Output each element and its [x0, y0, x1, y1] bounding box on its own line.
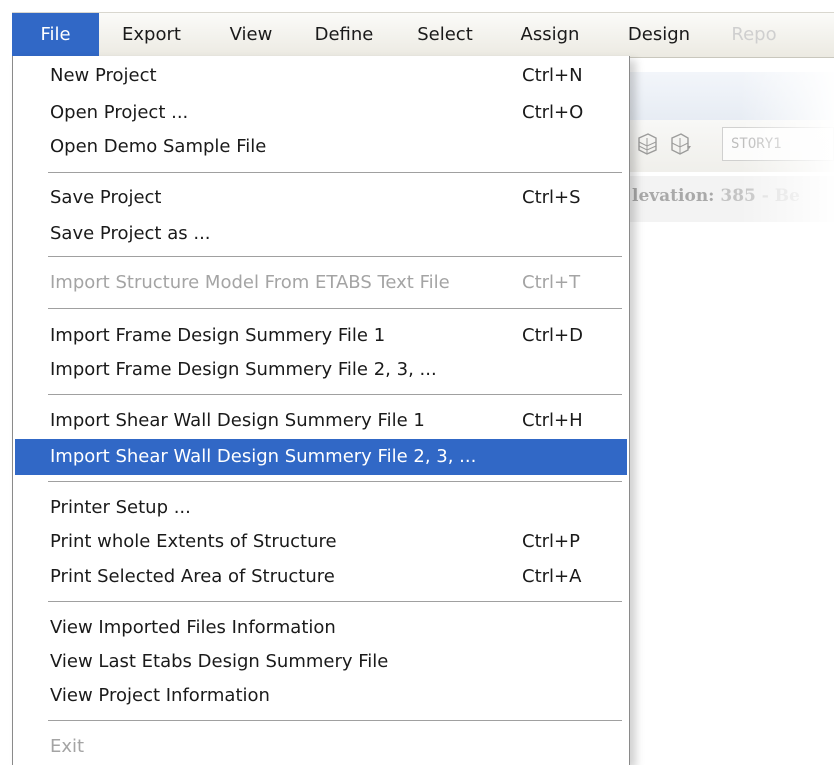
menu-item-exit[interactable]: Exit	[15, 729, 627, 765]
menu-item-label: Exit	[50, 736, 85, 757]
menu-item-import-shear-wall-multi[interactable]: Import Shear Wall Design Summery File 2,…	[15, 439, 627, 475]
menu-item-print-selected-area[interactable]: Print Selected Area of Structure Ctrl+A	[15, 559, 627, 595]
menu-item-label: View Project Information	[50, 685, 270, 706]
menu-bar: File Export View Define Select Assign De…	[12, 12, 834, 58]
menu-item-label: Import Shear Wall Design Summery File 2,…	[50, 446, 477, 467]
elevation-tail: - Be	[761, 186, 800, 206]
menu-item-shortcut: Ctrl+S	[522, 187, 581, 208]
story-grid-icon[interactable]	[636, 130, 658, 156]
menu-item-label: New Project	[50, 65, 157, 86]
menu-item-new-project[interactable]: New Project Ctrl+N	[15, 58, 627, 94]
menu-item-label: Import Structure Model From ETABS Text F…	[50, 272, 450, 293]
file-menu-dropdown: New Project Ctrl+N Open Project ... Ctrl…	[12, 56, 630, 765]
menu-separator	[48, 394, 622, 396]
menu-item-shortcut: Ctrl+N	[522, 65, 583, 86]
menu-select[interactable]: Select	[394, 13, 496, 57]
menu-item-import-frame-design-multi[interactable]: Import Frame Design Summery File 2, 3, .…	[15, 352, 627, 388]
menu-file[interactable]: File	[12, 13, 99, 57]
menu-item-shortcut: Ctrl+O	[522, 102, 584, 123]
menu-item-shortcut: Ctrl+P	[522, 531, 580, 552]
menu-item-open-demo-sample[interactable]: Open Demo Sample File	[15, 129, 627, 165]
menu-define[interactable]: Define	[294, 13, 394, 57]
menu-item-save-project[interactable]: Save Project Ctrl+S	[15, 180, 627, 216]
menu-item-import-etabs-text[interactable]: Import Structure Model From ETABS Text F…	[15, 265, 627, 301]
menu-export[interactable]: Export	[99, 13, 204, 57]
menu-item-view-last-etabs-summary[interactable]: View Last Etabs Design Summery File	[15, 644, 627, 680]
menu-item-label: View Imported Files Information	[50, 617, 336, 638]
menu-item-label: Print whole Extents of Structure	[50, 531, 337, 552]
menu-separator	[48, 172, 622, 174]
background-toolbar	[630, 72, 834, 120]
menu-item-save-project-as[interactable]: Save Project as ...	[15, 216, 627, 252]
menu-item-label: Import Frame Design Summery File 2, 3, .…	[50, 359, 437, 380]
menu-item-shortcut: Ctrl+A	[522, 566, 582, 587]
menu-separator	[48, 308, 622, 310]
menu-design[interactable]: Design	[604, 13, 714, 57]
menu-item-shortcut: Ctrl+T	[522, 272, 581, 293]
story-selector[interactable]: STORY1	[722, 127, 834, 161]
menu-item-label: View Last Etabs Design Summery File	[50, 651, 389, 672]
menu-item-label: Open Demo Sample File	[50, 136, 267, 157]
menu-item-label: Save Project as ...	[50, 223, 211, 244]
screenshot-stage: STORY1 levation: 385 - Be File Export Vi…	[0, 0, 834, 765]
menu-assign[interactable]: Assign	[496, 13, 604, 57]
menu-item-open-project[interactable]: Open Project ... Ctrl+O	[15, 95, 627, 131]
menu-separator	[48, 256, 622, 258]
menu-view[interactable]: View	[208, 13, 294, 57]
menu-item-label: Print Selected Area of Structure	[50, 566, 335, 587]
menu-item-shortcut: Ctrl+H	[522, 410, 583, 431]
menu-separator	[48, 720, 622, 722]
menu-item-view-imported-files[interactable]: View Imported Files Information	[15, 610, 627, 646]
menu-item-import-shear-wall-1[interactable]: Import Shear Wall Design Summery File 1 …	[15, 403, 627, 439]
menu-item-print-whole-extents[interactable]: Print whole Extents of Structure Ctrl+P	[15, 524, 627, 560]
menu-item-label: Save Project	[50, 187, 162, 208]
menu-item-shortcut: Ctrl+D	[522, 325, 583, 346]
elevation-readout: levation: 385 - Be	[632, 186, 800, 206]
menu-item-label: Import Frame Design Summery File 1	[50, 325, 386, 346]
menu-separator	[48, 601, 622, 603]
menu-item-printer-setup[interactable]: Printer Setup ...	[15, 490, 627, 526]
menu-item-label: Printer Setup ...	[50, 497, 191, 518]
elevation-label: levation:	[632, 186, 715, 206]
menu-separator	[48, 481, 622, 483]
menu-item-import-frame-design-1[interactable]: Import Frame Design Summery File 1 Ctrl+…	[15, 318, 627, 354]
menu-item-label: Import Shear Wall Design Summery File 1	[50, 410, 425, 431]
menu-item-label: Open Project ...	[50, 102, 189, 123]
menu-report[interactable]: Repo	[714, 13, 794, 57]
menu-item-view-project-info[interactable]: View Project Information	[15, 678, 627, 714]
story-dropdown-icon[interactable]	[670, 130, 692, 156]
elevation-value: 385	[720, 186, 756, 206]
